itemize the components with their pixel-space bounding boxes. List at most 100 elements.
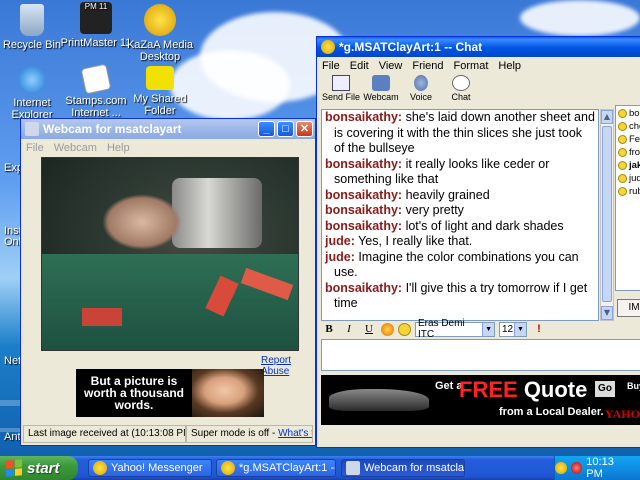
menu-file[interactable]: File bbox=[21, 142, 49, 154]
desktop-label: Ant bbox=[4, 431, 21, 443]
participant-item[interactable]: chelyh bbox=[616, 120, 640, 132]
stamps-icon bbox=[80, 63, 112, 95]
chevron-down-icon: ▼ bbox=[514, 322, 526, 336]
chat-message: bonsaikathy: she's laid down another she… bbox=[325, 110, 595, 157]
chat-icon bbox=[452, 75, 470, 91]
message-text: lot's of light and dark shades bbox=[402, 218, 564, 233]
cam-table bbox=[42, 254, 298, 350]
chat-ad-banner[interactable]: Get a FREE Quote Go Buy from a Local Dea… bbox=[321, 375, 640, 425]
chat-button[interactable]: Chat bbox=[441, 74, 481, 108]
internet-explorer-icon bbox=[18, 66, 46, 94]
underline-button[interactable]: U bbox=[361, 321, 377, 337]
conversation-pane[interactable]: bonsaikathy: she's laid down another she… bbox=[321, 109, 599, 321]
smiley-icon bbox=[618, 108, 627, 118]
bold-button[interactable]: B bbox=[321, 321, 337, 337]
maximize-button[interactable]: □ bbox=[277, 121, 294, 137]
start-button[interactable]: start bbox=[0, 456, 78, 480]
tray-network-icon[interactable] bbox=[570, 462, 583, 474]
ad-face-image bbox=[192, 369, 264, 417]
cam-clay-slice bbox=[82, 308, 122, 326]
participant-name: chelyh bbox=[629, 120, 640, 132]
recycle-bin-icon bbox=[20, 4, 44, 36]
menu-help[interactable]: Help bbox=[493, 60, 526, 72]
message-sender: jude: bbox=[325, 249, 355, 264]
color-icon[interactable] bbox=[381, 322, 394, 336]
scroll-down-arrow-icon[interactable]: ▼ bbox=[601, 306, 613, 320]
chat-window[interactable]: *g.MSATClayArt:1 -- Chat File Edit View … bbox=[316, 36, 640, 448]
desktop-label: Net bbox=[4, 355, 22, 367]
menu-file[interactable]: File bbox=[317, 60, 345, 72]
im-button[interactable]: IM bbox=[617, 299, 640, 317]
font-size-select[interactable]: 12 ▼ bbox=[499, 321, 527, 337]
conversation-scrollbar[interactable]: ▲ ▼ bbox=[600, 109, 614, 321]
close-button[interactable]: ✕ bbox=[296, 121, 313, 137]
windows-logo-icon bbox=[6, 459, 22, 477]
participant-item[interactable]: rubens bbox=[616, 185, 640, 197]
desktop-icon-my-shared-folder[interactable]: My Shared Folder bbox=[122, 66, 198, 117]
smiley-icon bbox=[618, 160, 627, 170]
menu-format[interactable]: Format bbox=[449, 60, 494, 72]
taskbar-item-webcam[interactable]: Webcam for msatclay... bbox=[341, 459, 465, 477]
menu-edit[interactable]: Edit bbox=[345, 60, 374, 72]
participant-item[interactable]: frogg bbox=[616, 146, 640, 158]
font-select[interactable]: Eras Demi ITC ▼ bbox=[415, 318, 495, 340]
message-sender: bonsaikathy: bbox=[325, 110, 403, 124]
italic-button[interactable]: I bbox=[341, 321, 357, 337]
chat-message: jude: Imagine the color combinations you… bbox=[325, 250, 595, 281]
scroll-up-arrow-icon[interactable]: ▲ bbox=[601, 110, 613, 124]
whats-this-link[interactable]: What's this? bbox=[278, 428, 312, 439]
participant-name: bonsa bbox=[629, 107, 640, 119]
webcam-titlebar[interactable]: Webcam for msatclayart _ □ ✕ bbox=[21, 119, 315, 139]
chat-message: bonsaikathy: heavily grained bbox=[325, 188, 595, 204]
ad-go-button[interactable]: Go bbox=[595, 381, 615, 397]
chat-titlebar[interactable]: *g.MSATClayArt:1 -- Chat bbox=[317, 37, 640, 57]
format-toolbar: B I U Eras Demi ITC ▼ 12 ▼ ! bbox=[321, 318, 640, 340]
cam-hand bbox=[102, 194, 182, 250]
alert-icon[interactable]: ! bbox=[531, 321, 547, 337]
smiley-icon bbox=[618, 173, 627, 183]
participant-item[interactable]: jakmia bbox=[616, 159, 640, 171]
taskbar: start Yahoo! Messenger *g.MSATClayArt:1 … bbox=[0, 456, 640, 480]
webcam-ad-banner[interactable]: But a picture is worth a thousand words. bbox=[76, 369, 264, 417]
cam-pasta-machine bbox=[172, 178, 262, 248]
taskbar-item-chat[interactable]: *g.MSATClayArt:1 -- ... bbox=[216, 459, 336, 477]
chevron-down-icon: ▼ bbox=[482, 322, 494, 336]
webcam-button[interactable]: Webcam bbox=[361, 74, 401, 108]
participant-item[interactable]: Fearle bbox=[616, 133, 640, 145]
scroll-thumb[interactable] bbox=[602, 126, 612, 302]
participant-item[interactable]: bonsa bbox=[616, 107, 640, 119]
message-sender: bonsaikathy: bbox=[325, 156, 403, 171]
emoticon-icon[interactable] bbox=[398, 322, 411, 336]
menu-webcam[interactable]: Webcam bbox=[49, 142, 102, 154]
ad-car-image bbox=[329, 389, 429, 411]
tray-messenger-icon[interactable] bbox=[555, 462, 567, 474]
ad-text: But a picture is worth a thousand words. bbox=[84, 374, 184, 412]
webcam-window[interactable]: Webcam for msatclayart _ □ ✕ File Webcam… bbox=[20, 118, 316, 446]
taskbar-item-yahoo-messenger[interactable]: Yahoo! Messenger bbox=[88, 459, 212, 477]
desktop-icon-kazaa[interactable]: KaZaA Media Desktop bbox=[122, 4, 198, 63]
cloud bbox=[520, 0, 640, 36]
chat-window-icon bbox=[221, 461, 235, 475]
participant-item[interactable]: jude bbox=[616, 172, 640, 184]
menu-friend[interactable]: Friend bbox=[407, 60, 448, 72]
report-abuse-link[interactable]: Report Abuse bbox=[261, 355, 315, 377]
participant-name: jakmia bbox=[629, 159, 640, 171]
message-text: very pretty bbox=[402, 203, 464, 217]
participant-name: jude bbox=[629, 172, 640, 184]
minimize-button[interactable]: _ bbox=[258, 121, 275, 137]
chat-menubar: File Edit View Friend Format Help bbox=[317, 57, 640, 74]
message-sender: bonsaikathy: bbox=[325, 280, 403, 295]
menu-help[interactable]: Help bbox=[102, 142, 135, 154]
smiley-icon bbox=[618, 134, 627, 144]
webcam-window-icon bbox=[346, 461, 360, 475]
message-input[interactable] bbox=[321, 339, 640, 371]
send-file-button[interactable]: Send File bbox=[321, 74, 361, 108]
voice-icon bbox=[414, 75, 428, 91]
participant-list[interactable]: bonsachelyhFearlefroggjakmiajuderubens bbox=[615, 105, 640, 291]
message-sender: jude: bbox=[325, 234, 355, 248]
message-text: Yes, I really like that. bbox=[354, 234, 473, 248]
menu-view[interactable]: View bbox=[374, 60, 408, 72]
system-tray: 10:13 PM bbox=[554, 456, 640, 480]
voice-button[interactable]: Voice bbox=[401, 74, 441, 108]
webcam-menubar: File Webcam Help bbox=[21, 139, 315, 156]
